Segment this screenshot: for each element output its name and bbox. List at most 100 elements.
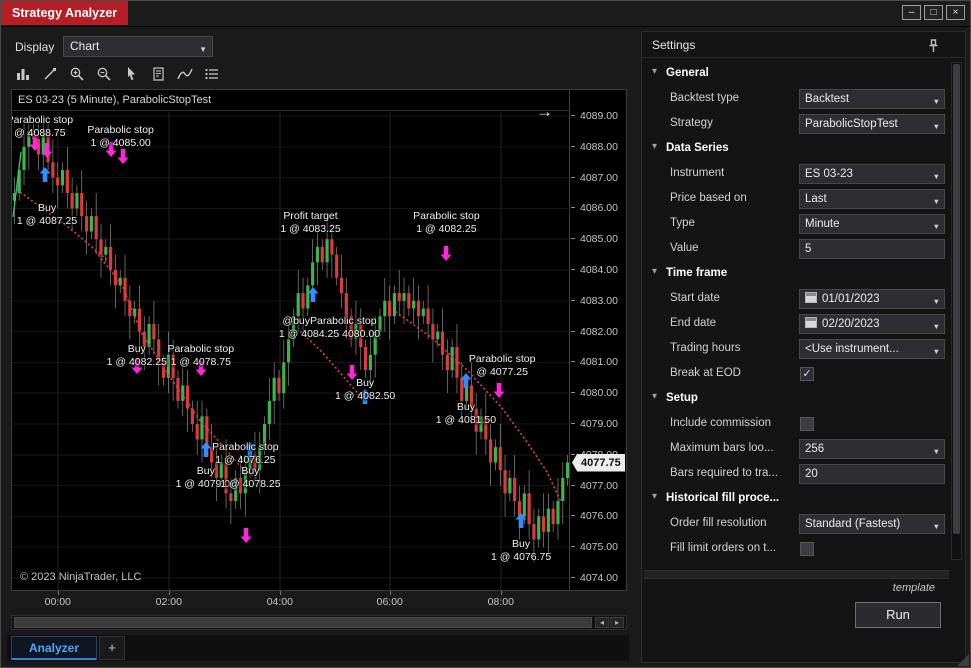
- time-tick-mark: [57, 591, 59, 595]
- setting-label: End date: [670, 317, 717, 329]
- price-tick-label: 4079.00: [580, 418, 618, 431]
- collapse-arrow-icon[interactable]: ▾: [652, 141, 657, 152]
- setting-label: Backtest type: [670, 92, 740, 104]
- price-tick-label: 4087.00: [580, 171, 618, 184]
- close-button[interactable]: ×: [946, 5, 965, 20]
- price-tick: 4085.00: [571, 233, 626, 245]
- calendar-icon: [805, 317, 817, 328]
- fill-limit-orders-on-t-checkbox[interactable]: [800, 542, 814, 556]
- trade-label: Parabolic stop @ 4088.75: [12, 114, 74, 140]
- chart-toolbar: [11, 61, 224, 87]
- tick-mark: [571, 423, 575, 425]
- type-dropdown[interactable]: Minute ▼: [799, 214, 945, 234]
- collapse-arrow-icon[interactable]: ▾: [652, 491, 657, 502]
- add-tab-button[interactable]: +: [99, 636, 125, 660]
- toolbar-cursor-button[interactable]: [119, 62, 143, 86]
- chevron-down-icon: ▼: [932, 322, 940, 331]
- toolbar-drawing-tools-button[interactable]: [38, 62, 62, 86]
- collapse-arrow-icon[interactable]: ▾: [652, 266, 657, 277]
- price-tick-label: 4083.00: [580, 294, 618, 307]
- trade-label: Parabolic stop 1 @ 4078.75: [167, 343, 235, 369]
- settings-row-backtest-type: Backtest type Backtest ▼: [644, 87, 949, 112]
- price-tick: 4074.00: [571, 572, 626, 584]
- settings-category-time-frame: ▾ Time frame: [644, 262, 949, 287]
- price-tick-label: 4082.00: [580, 325, 618, 338]
- scroll-to-latest-icon[interactable]: →: [536, 102, 553, 122]
- minimize-button[interactable]: –: [902, 5, 921, 20]
- display-dropdown-value: Chart: [70, 39, 100, 53]
- time-axis[interactable]: 00:00 02:00 04:00 06:00 08:00: [12, 591, 570, 611]
- category-label: Time frame: [666, 267, 728, 279]
- include-commission-checkbox[interactable]: [800, 417, 814, 431]
- toolbar-chart-style-button[interactable]: [11, 62, 35, 86]
- display-dropdown[interactable]: Chart ▼: [63, 36, 213, 57]
- stop-arrow-icon: [41, 142, 53, 163]
- tick-mark: [571, 392, 575, 394]
- price-tick: 4088.00: [571, 141, 626, 153]
- template-link[interactable]: template: [893, 582, 935, 594]
- maximum-bars-loo-dropdown[interactable]: 256 ▼: [799, 439, 945, 459]
- chart-plot[interactable]: ES 03-23 (5 Minute), ParabolicStopTest P…: [12, 90, 570, 590]
- category-label: Historical fill proce...: [666, 492, 780, 504]
- setting-label: Type: [670, 217, 695, 229]
- settings-row-value: Value 5: [644, 237, 949, 262]
- price-axis[interactable]: 4077.75 4089.00 4088.00 4087.00 4086.00 4085…: [571, 90, 626, 590]
- setting-label: Order fill resolution: [670, 517, 767, 529]
- backtest-type-dropdown[interactable]: Backtest ▼: [799, 89, 945, 109]
- tick-mark: [571, 115, 575, 117]
- setting-label: Value: [670, 242, 699, 254]
- time-tick-mark: [389, 591, 391, 595]
- tick-mark: [571, 453, 575, 455]
- chevron-down-icon: ▼: [932, 297, 940, 306]
- buy-arrow-icon: [307, 287, 319, 307]
- settings-scrollbar[interactable]: [951, 62, 962, 560]
- break-at-eod-checkbox[interactable]: ✓: [800, 367, 814, 381]
- settings-title: Settings: [652, 38, 696, 52]
- dropdown-value: Standard (Fastest): [805, 518, 901, 530]
- run-button[interactable]: Run: [855, 602, 941, 628]
- instrument-dropdown[interactable]: ES 03-23 ▼: [799, 164, 945, 184]
- maximize-button[interactable]: □: [924, 5, 943, 20]
- trade-label: Buy 1 @ 4087.25: [16, 201, 78, 227]
- price-tick: 4077.00: [571, 480, 626, 492]
- resize-grip[interactable]: [957, 654, 969, 666]
- strategy-dropdown[interactable]: ParabolicStopTest ▼: [799, 114, 945, 134]
- price-tick: 4086.00: [571, 202, 626, 214]
- value-input[interactable]: 5: [799, 239, 945, 259]
- setting-label: Start date: [670, 292, 720, 304]
- pin-icon[interactable]: [928, 37, 939, 63]
- toolbar-report-button[interactable]: [146, 62, 170, 86]
- toolbar-zoom-out-button[interactable]: [92, 62, 116, 86]
- buy-arrow-icon: [39, 166, 51, 187]
- start-date-picker[interactable]: 01/01/2023 ▼: [799, 289, 945, 309]
- grid-divider: [644, 570, 949, 579]
- toolbar-data-list-button[interactable]: [200, 62, 224, 86]
- toolbar-zoom-in-button[interactable]: [65, 62, 89, 86]
- settings-scrollbar-thumb[interactable]: [953, 64, 960, 534]
- settings-header: Settings: [642, 32, 965, 58]
- scroll-left-button[interactable]: ◂: [595, 617, 609, 628]
- settings-row-instrument: Instrument ES 03-23 ▼: [644, 162, 949, 187]
- settings-row-end-date: End date 02/20/2023 ▼: [644, 312, 949, 337]
- tab-analyzer[interactable]: Analyzer: [11, 636, 97, 660]
- collapse-arrow-icon[interactable]: ▾: [652, 66, 657, 77]
- window-controls: – □ ×: [902, 5, 965, 20]
- trade-label: Buy 1 @ 4082.25: [106, 343, 167, 369]
- order-fill-resolution-dropdown[interactable]: Standard (Fastest) ▼: [799, 514, 945, 534]
- trading-hours-dropdown[interactable]: <Use instrument... ▼: [799, 339, 945, 359]
- setting-label: Break at EOD: [670, 367, 741, 379]
- setting-label: Price based on: [670, 192, 747, 204]
- chart-h-scrollbar[interactable]: ◂ ▸: [11, 615, 627, 630]
- titlebar[interactable]: Strategy Analyzer – □ ×: [1, 1, 970, 27]
- calendar-icon: [805, 292, 817, 303]
- dropdown-value: ES 03-23: [805, 168, 853, 180]
- time-tick-label: 00:00: [44, 596, 71, 608]
- scroll-right-button[interactable]: ▸: [610, 617, 624, 628]
- property-grid: ▾ General Backtest type Backtest ▼ Strategy Pa…: [644, 62, 949, 562]
- bars-required-to-tra-input[interactable]: 20: [799, 464, 945, 484]
- price-based-on-dropdown[interactable]: Last ▼: [799, 189, 945, 209]
- collapse-arrow-icon[interactable]: ▾: [652, 391, 657, 402]
- toolbar-regression-button[interactable]: [173, 62, 197, 86]
- end-date-picker[interactable]: 02/20/2023 ▼: [799, 314, 945, 334]
- chart-h-scrollbar-thumb[interactable]: [14, 617, 592, 628]
